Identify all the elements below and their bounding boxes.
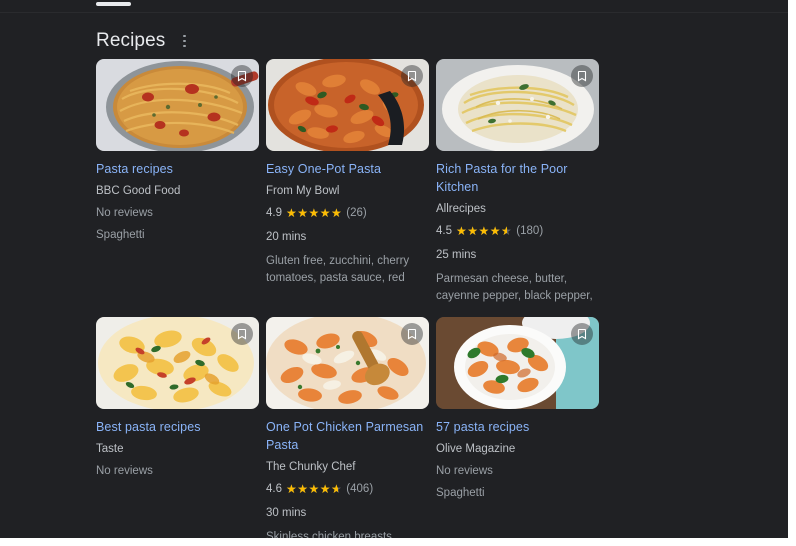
recipe-source: Taste <box>96 443 124 455</box>
bookmark-icon[interactable] <box>231 323 253 345</box>
recipe-time: 30 mins <box>266 507 307 519</box>
bookmark-glyph <box>577 328 587 340</box>
recipe-no-reviews: No reviews <box>96 207 153 219</box>
grid-column: 57 pasta recipes Olive Magazine No revie… <box>436 317 606 538</box>
recipe-rating: 4.9 ★★★★★ ★★★★★ (26) <box>266 205 436 221</box>
grid-column: Easy One-Pot Pasta From My Bowl 4.9 ★★★★… <box>266 59 436 317</box>
rating-value: 4.5 <box>436 225 452 237</box>
recipe-card[interactable]: Rich Pasta for the Poor Kitchen Allrecip… <box>436 59 606 305</box>
recipe-no-reviews: No reviews <box>96 465 153 477</box>
recipe-description: Parmesan cheese, butter, cayenne pepper,… <box>436 273 593 302</box>
bookmark-glyph <box>237 328 247 340</box>
header-divider <box>0 12 788 13</box>
bookmark-glyph <box>577 70 587 82</box>
recipe-title[interactable]: Easy One-Pot Pasta <box>266 160 426 178</box>
bookmark-glyph <box>407 70 417 82</box>
bookmark-glyph <box>407 328 417 340</box>
grid-column: Rich Pasta for the Poor Kitchen Allrecip… <box>436 59 606 317</box>
bookmark-icon[interactable] <box>401 65 423 87</box>
recipe-card[interactable]: 57 pasta recipes Olive Magazine No revie… <box>436 317 606 501</box>
grid-column: Pasta recipes BBC Good Food No reviews S… <box>96 59 266 317</box>
recipe-title[interactable]: 57 pasta recipes <box>436 418 596 436</box>
recipe-card[interactable]: One Pot Chicken Parmesan Pasta The Chunk… <box>266 317 436 538</box>
recipe-thumbnail[interactable] <box>436 59 599 151</box>
recipe-tag: Spaghetti <box>96 229 145 241</box>
recipes-section: Recipes Pasta recipes BBC Good Food No r… <box>96 26 736 538</box>
recipe-title[interactable]: One Pot Chicken Parmesan Pasta <box>266 418 426 454</box>
star-rating: ★★★★★ ★★★★★ <box>456 223 513 238</box>
review-count: (26) <box>346 207 367 219</box>
section-header: Recipes <box>96 26 736 56</box>
recipe-card[interactable]: Pasta recipes BBC Good Food No reviews S… <box>96 59 266 243</box>
recipe-thumbnail[interactable] <box>96 317 259 409</box>
grid-column: One Pot Chicken Parmesan Pasta The Chunk… <box>266 317 436 538</box>
recipe-card[interactable]: Easy One-Pot Pasta From My Bowl 4.9 ★★★★… <box>266 59 436 287</box>
recipe-title[interactable]: Rich Pasta for the Poor Kitchen <box>436 160 596 196</box>
recipe-source: BBC Good Food <box>96 185 181 197</box>
rating-value: 4.9 <box>266 207 282 219</box>
bookmark-icon[interactable] <box>571 323 593 345</box>
recipe-thumbnail[interactable] <box>96 59 259 151</box>
recipe-source: Olive Magazine <box>436 443 516 455</box>
bookmark-icon[interactable] <box>401 323 423 345</box>
recipe-description: Skinless chicken breasts, marinara sauce… <box>266 531 396 538</box>
recipe-rating: 4.6 ★★★★★ ★★★★★ (406) <box>266 481 436 497</box>
recipe-time: 20 mins <box>266 231 307 243</box>
top-scroll-indicator[interactable] <box>96 2 131 6</box>
recipe-title[interactable]: Best pasta recipes <box>96 418 256 436</box>
page-title: Recipes <box>96 30 166 51</box>
recipe-source: From My Bowl <box>266 185 340 197</box>
star-rating: ★★★★★ ★★★★★ <box>286 481 343 496</box>
recipe-time: 25 mins <box>436 249 477 261</box>
grid-column: Best pasta recipes Taste No reviews <box>96 317 266 538</box>
recipe-source: Allrecipes <box>436 203 486 215</box>
recipe-title[interactable]: Pasta recipes <box>96 160 256 178</box>
bookmark-icon[interactable] <box>231 65 253 87</box>
kebab-menu-icon[interactable] <box>175 31 193 51</box>
recipe-card[interactable]: Best pasta recipes Taste No reviews <box>96 317 266 479</box>
recipe-tag: Spaghetti <box>436 487 485 499</box>
bookmark-icon[interactable] <box>571 65 593 87</box>
results-surface: Recipes Pasta recipes BBC Good Food No r… <box>0 0 788 538</box>
recipe-thumbnail[interactable] <box>266 317 429 409</box>
star-rating: ★★★★★ ★★★★★ <box>286 205 343 220</box>
recipe-grid: Pasta recipes BBC Good Food No reviews S… <box>96 59 736 538</box>
review-count: (180) <box>516 225 544 237</box>
page-root: Recipes Pasta recipes BBC Good Food No r… <box>0 0 796 546</box>
review-count: (406) <box>346 483 374 495</box>
rating-value: 4.6 <box>266 483 282 495</box>
recipe-thumbnail[interactable] <box>436 317 599 409</box>
recipe-source: The Chunky Chef <box>266 461 356 473</box>
recipe-rating: 4.5 ★★★★★ ★★★★★ (180) <box>436 223 606 239</box>
recipe-no-reviews: No reviews <box>436 465 493 477</box>
bookmark-glyph <box>237 70 247 82</box>
recipe-thumbnail[interactable] <box>266 59 429 151</box>
recipe-description: Gluten free, zucchini, cherry tomatoes, … <box>266 255 410 284</box>
